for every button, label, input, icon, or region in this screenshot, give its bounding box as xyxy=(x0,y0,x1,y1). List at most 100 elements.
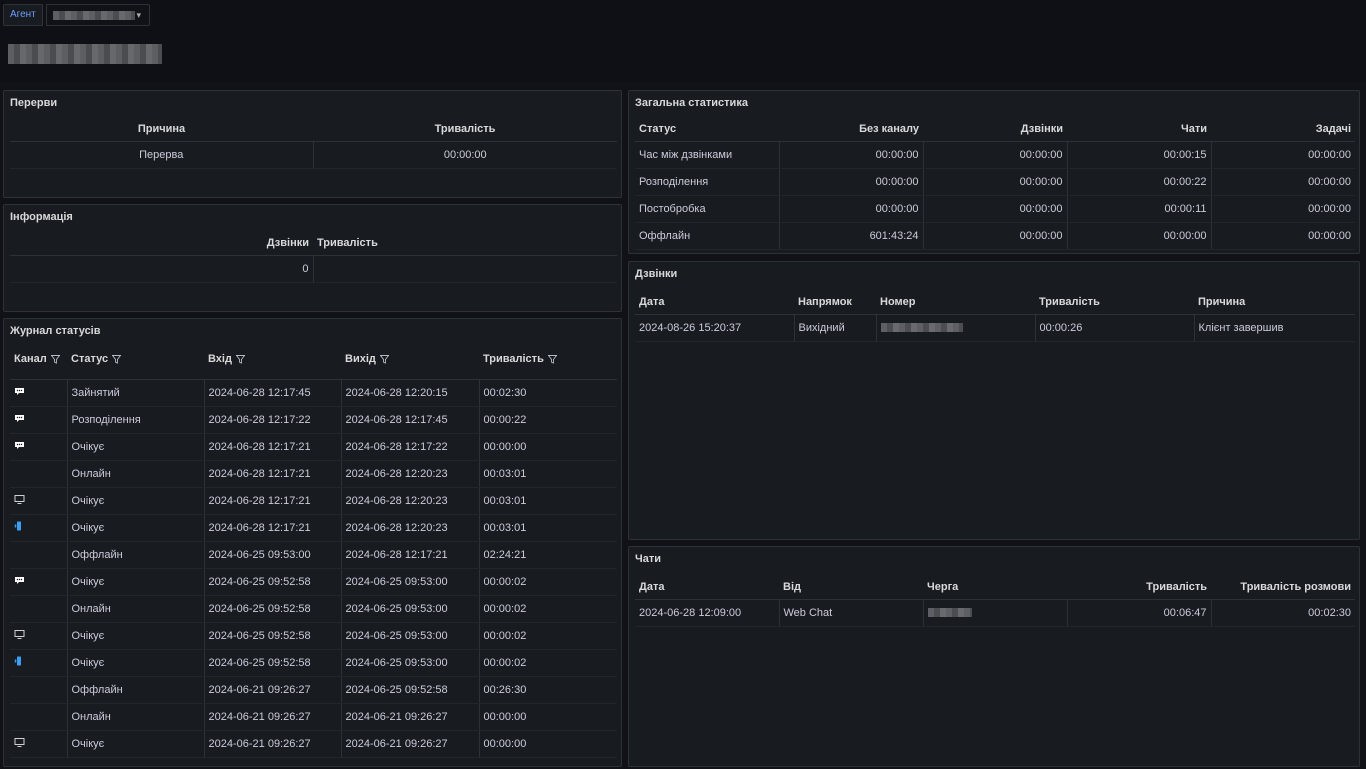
table-cell: 601:43:24 xyxy=(779,222,924,250)
column-header[interactable]: Напрямок xyxy=(794,290,876,315)
column-header[interactable]: Тривалість xyxy=(313,117,617,142)
table-cell: 00:06:47 xyxy=(1067,599,1212,627)
table-row: Розподілення 2024-06-28 12:17:22 2024-06-2… xyxy=(10,406,617,434)
column-header[interactable]: Тривалість xyxy=(313,231,617,256)
status-log-panel: Журнал статусів Канал Статус Вхід Вихід … xyxy=(3,318,622,767)
table-cell: Очікує xyxy=(67,433,205,461)
table-cell: 2024-06-25 09:52:58 xyxy=(204,649,342,677)
table-cell-channel xyxy=(10,433,68,461)
table-cell: 2024-06-28 12:17:45 xyxy=(341,406,480,434)
table-cell-channel xyxy=(10,460,68,488)
filter-icon[interactable] xyxy=(112,354,122,364)
table-cell: 2024-06-25 09:53:00 xyxy=(341,622,480,650)
table-row: 2024-06-28 12:09:00 Web Chat 00:06:47 00… xyxy=(635,599,1355,627)
column-header-out[interactable]: Вихід xyxy=(341,347,479,371)
filter-icon[interactable] xyxy=(379,354,389,364)
agent-variable-select[interactable]: ▾ xyxy=(46,4,150,26)
table-cell-channel xyxy=(10,730,68,758)
column-header[interactable]: Причина xyxy=(1194,290,1355,315)
table-row: Оффлайн 601:43:24 00:00:00 00:00:00 00:00:00 xyxy=(635,222,1355,250)
table-cell: 2024-06-28 12:17:45 xyxy=(204,379,342,407)
column-header[interactable]: Номер xyxy=(876,290,1035,315)
table-cell: Розподілення xyxy=(67,406,205,434)
panel-title: Дзвінки xyxy=(635,268,678,280)
phone-icon xyxy=(14,521,23,534)
table-cell: 2024-06-21 09:26:27 xyxy=(341,730,480,758)
column-header[interactable]: Дата xyxy=(635,290,794,315)
monitor-icon xyxy=(14,737,25,750)
column-header[interactable]: Задачі xyxy=(1211,117,1355,142)
column-header[interactable]: Статус xyxy=(635,117,779,142)
info-panel: Інформація Дзвінки Тривалість 0 xyxy=(3,204,622,312)
table-cell: 2024-08-26 15:20:37 xyxy=(635,314,795,342)
column-header-status[interactable]: Статус xyxy=(67,347,204,371)
header-spacer xyxy=(10,371,617,380)
table-cell: 00:00:00 xyxy=(1067,222,1212,250)
table-cell: 02:24:21 xyxy=(479,541,617,569)
table-cell: 2024-06-25 09:53:00 xyxy=(341,595,480,623)
status-log-table: Канал Статус Вхід Вихід Тривалість Зайня… xyxy=(10,347,617,758)
table-cell: Оффлайн xyxy=(67,541,205,569)
table-cell-channel xyxy=(10,622,68,650)
column-header[interactable]: Від xyxy=(779,575,923,600)
table-cell-queue xyxy=(923,599,1068,627)
column-header[interactable]: Чати xyxy=(1067,117,1211,142)
table-cell: 2024-06-25 09:53:00 xyxy=(341,649,480,677)
column-header[interactable]: Причина xyxy=(10,117,313,142)
table-cell: 2024-06-28 12:20:23 xyxy=(341,460,480,488)
table-cell: 00:00:00 xyxy=(479,433,617,461)
panel-title: Журнал статусів xyxy=(10,325,101,337)
column-header-channel[interactable]: Канал xyxy=(10,347,67,371)
redacted-phone-number xyxy=(880,323,963,333)
table-cell: 2024-06-21 09:26:27 xyxy=(204,676,342,704)
column-header[interactable]: Дзвінки xyxy=(10,231,313,256)
table-cell-channel xyxy=(10,406,68,434)
filter-icon[interactable] xyxy=(50,354,60,364)
table-row: Оффлайн 2024-06-25 09:53:00 2024-06-28 12:… xyxy=(10,541,617,569)
table-row: Онлайн 2024-06-21 09:26:27 2024-06-21 09:2… xyxy=(10,703,617,731)
table-row: Очікує 2024-06-28 12:17:21 2024-06-28 12:1… xyxy=(10,433,617,461)
table-cell: 00:00:00 xyxy=(779,195,924,223)
monitor-icon xyxy=(14,629,25,642)
table-cell: 00:00:00 xyxy=(313,141,617,169)
table-cell: 2024-06-25 09:52:58 xyxy=(204,622,342,650)
column-header-in[interactable]: Вхід xyxy=(204,347,341,371)
table-cell-channel xyxy=(10,649,68,677)
table-cell: 2024-06-28 12:17:22 xyxy=(341,433,480,461)
table-row: Очікує 2024-06-25 09:52:58 2024-06-25 09:5… xyxy=(10,649,617,677)
breaks-panel: Перерви Причина Тривалість Перерва 00:00… xyxy=(3,90,622,198)
table-cell: 00:00:00 xyxy=(1211,222,1355,250)
filter-icon[interactable] xyxy=(235,354,245,364)
table-cell: 00:26:30 xyxy=(479,676,617,704)
column-header[interactable]: Без каналу xyxy=(779,117,923,142)
column-header[interactable]: Тривалість xyxy=(1067,575,1211,600)
table-row: Онлайн 2024-06-28 12:17:21 2024-06-28 12:2… xyxy=(10,460,617,488)
redacted-page-title xyxy=(8,44,162,64)
table-row: Постобробка 00:00:00 00:00:00 00:00:11 00:00… xyxy=(635,195,1355,223)
table-row: Очікує 2024-06-25 09:52:58 2024-06-25 09:5… xyxy=(10,622,617,650)
table-cell: Онлайн xyxy=(67,595,205,623)
table-cell: Онлайн xyxy=(67,460,205,488)
table-cell: 2024-06-28 12:17:21 xyxy=(204,487,342,515)
column-header[interactable]: Черга xyxy=(923,575,1067,600)
column-header[interactable]: Дата xyxy=(635,575,779,600)
filter-icon[interactable] xyxy=(547,354,557,364)
table-cell: 00:00:00 xyxy=(923,195,1068,223)
table-cell: Очікує xyxy=(67,568,205,596)
column-header[interactable]: Тривалість xyxy=(1035,290,1194,315)
chats-table: Дата Від Черга Тривалість Тривалість роз… xyxy=(635,575,1355,627)
table-cell: 00:00:00 xyxy=(779,168,924,196)
column-header[interactable]: Тривалість розмови xyxy=(1211,575,1355,600)
column-header[interactable]: Дзвінки xyxy=(923,117,1067,142)
table-cell: Очікує xyxy=(67,649,205,677)
panel-title: Перерви xyxy=(10,97,58,109)
table-cell: 00:00:00 xyxy=(923,141,1068,169)
table-cell: 2024-06-25 09:53:00 xyxy=(204,541,342,569)
table-cell-channel xyxy=(10,676,68,704)
table-cell: Web Chat xyxy=(779,599,924,627)
column-header-duration[interactable]: Тривалість xyxy=(479,347,617,371)
table-cell xyxy=(313,255,617,283)
chat-icon xyxy=(14,441,25,453)
table-cell: Час між дзвінками xyxy=(635,141,780,169)
table-cell: 00:02:30 xyxy=(1211,599,1355,627)
